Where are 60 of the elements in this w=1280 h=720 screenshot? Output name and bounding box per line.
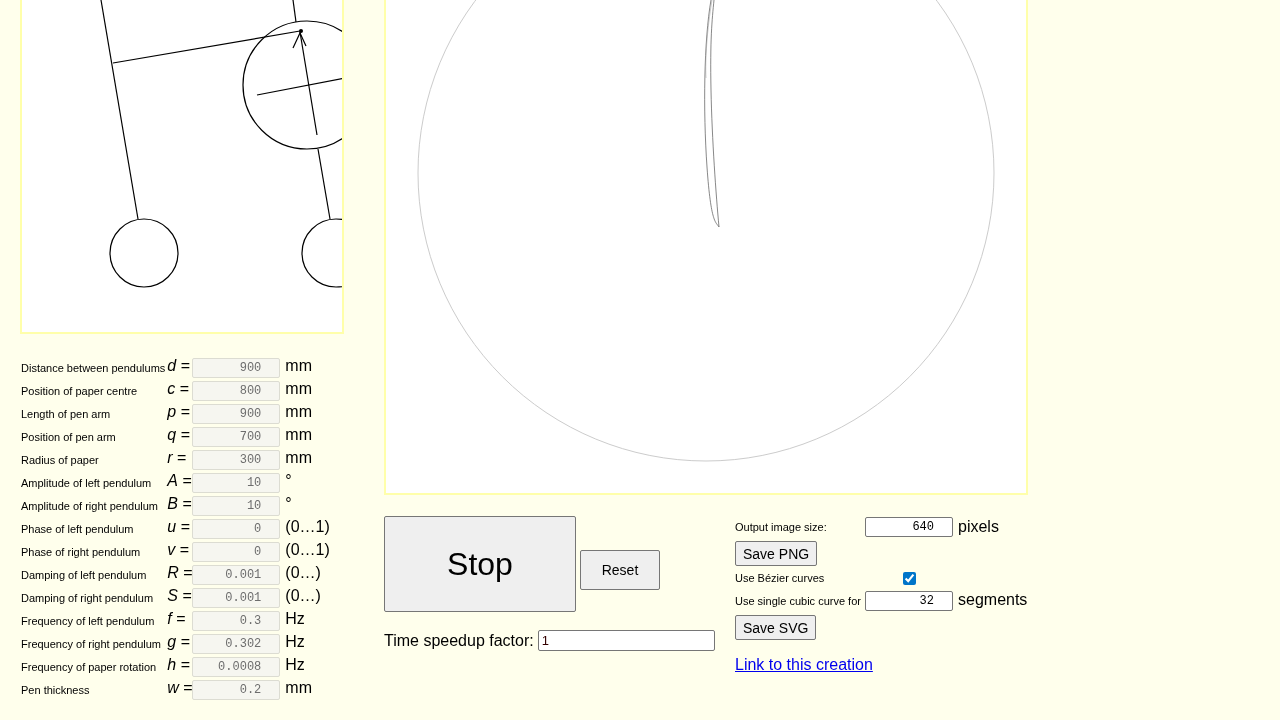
unit-label: (0…) [284,564,322,582]
bezier-label: Use Bézier curves [735,572,826,584]
parameter-label: Damping of left pendulum [20,568,148,581]
image-size-field[interactable]: 640 [865,517,953,537]
variable-symbol: h = [166,656,191,674]
parameter-label: Length of pen arm [20,407,112,420]
parameter-label: Amplitude of right pendulum [20,499,159,512]
parameter-label: Phase of left pendulum [20,522,135,535]
parameter-label: Radius of paper [20,453,100,466]
unit-label: Hz [284,656,306,674]
variable-symbol: f = [166,610,187,628]
variable-symbol: r = [166,449,188,467]
unit-label: Hz [284,633,306,651]
speedup-field[interactable]: 1 [537,630,715,651]
segments-label: Use single cubic curve for [735,594,862,607]
reset-button[interactable]: Reset [580,550,660,590]
save-png-button[interactable]: Save PNG [735,541,818,566]
segments-field[interactable]: 32 [865,590,953,611]
unit-label: ° [284,495,293,513]
parameter-label: Damping of right pendulum [20,591,155,604]
variable-symbol: v = [166,541,191,559]
variable-symbol: u = [166,518,191,536]
variable-symbol: p = [166,403,191,421]
parameter-label: Position of paper centre [20,384,139,397]
creation-link[interactable]: Link to this creation [735,656,873,674]
image-size-label: Output image size: [735,521,828,533]
stop-button[interactable]: Stop [384,516,576,612]
variable-symbol: A = [165,472,193,490]
variable-symbol: c = [166,380,191,398]
variable-symbol: d = [166,357,191,375]
unit-label: (0…1) [284,518,331,536]
variable-symbol: w = [166,679,193,697]
unit-label: ° [284,472,293,490]
unit-label: mm [284,449,313,467]
parameter-label: Distance between pendulums [20,361,166,374]
unit-label: (0…) [284,587,322,605]
variable-symbol: q = [166,426,191,444]
variable-symbol: g = [166,633,191,651]
parameter-label: Frequency of left pendulum [20,614,156,627]
unit-label: mm [284,403,313,421]
unit-label: Hz [284,610,306,628]
variable-symbol: S = [166,587,193,605]
unit-label: mm [284,426,313,444]
parameter-label: Phase of right pendulum [20,545,142,558]
speedup-label: Time speedup factor: [384,631,534,650]
unit-label: mm [284,679,313,697]
variable-symbol: B = [166,495,193,513]
unit-label: (0…1) [284,541,331,559]
unit-label: mm [284,380,313,398]
unit-label: pixels [957,518,999,536]
parameter-label: Frequency of right pendulum [20,637,163,650]
parameter-label: Amplitude of left pendulum [20,476,153,489]
parameter-label: Position of pen arm [20,430,117,443]
variable-symbol: R = [166,564,193,582]
bezier-checkbox[interactable] [902,571,916,585]
unit-label: mm [284,357,313,375]
unit-label: segments [957,591,1028,609]
save-svg-button[interactable]: Save SVG [735,615,817,640]
parameter-label: Frequency of paper rotation [20,660,158,673]
parameter-label: Pen thickness [20,683,91,696]
